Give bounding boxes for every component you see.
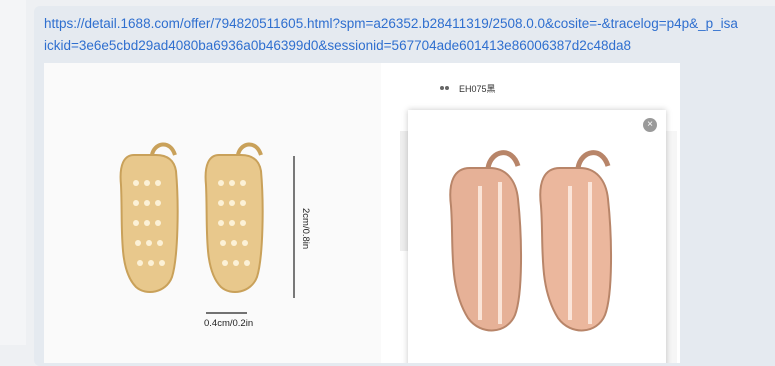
variant-thumbnail-icon — [437, 81, 451, 95]
popup-earring-left — [449, 150, 523, 332]
variant-label: EH075黑 — [459, 83, 496, 94]
left-rail — [0, 0, 26, 345]
product-link-line-2[interactable]: ickid=3e6e5cbd29ad4080ba6936a0b46399d0&s… — [44, 37, 775, 55]
popup-earring-right — [539, 150, 613, 332]
close-icon[interactable]: × — [643, 118, 657, 132]
earring-left — [119, 142, 179, 294]
earring-right — [204, 142, 264, 294]
variant-selector[interactable]: EH075黑 — [437, 81, 496, 95]
rose-gold-earrings-illustration — [449, 150, 613, 332]
product-preview-card[interactable]: 2cm/0.8in 0.4cm/0.2in EH075黑 904 页 — [44, 63, 680, 363]
dimension-height-label: 2cm/0.8in — [300, 208, 311, 250]
dimension-width-label: 0.4cm/0.2in — [204, 318, 254, 329]
product-image-left: 2cm/0.8in 0.4cm/0.2in — [44, 63, 381, 363]
side-strip-left — [400, 131, 408, 251]
zoom-popup-image[interactable] — [408, 110, 666, 363]
product-link-line-1[interactable]: https://detail.1688.com/offer/7948205116… — [44, 15, 775, 33]
